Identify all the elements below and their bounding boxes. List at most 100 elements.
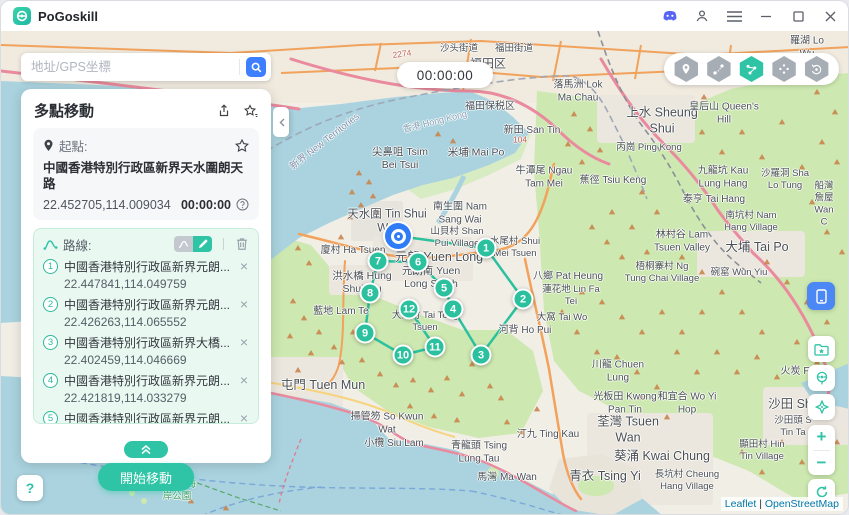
joystick-mode-icon xyxy=(771,56,797,82)
teleport-mode-button[interactable] xyxy=(672,55,700,83)
route-item-coords: 22.402459,114.046669 xyxy=(64,353,249,367)
search-bar xyxy=(21,53,271,81)
user-icon[interactable] xyxy=(694,8,710,24)
remove-waypoint-button[interactable]: × xyxy=(239,259,249,273)
start-move-button[interactable]: 開始移動 xyxy=(98,463,194,491)
route-waypoint-5[interactable]: 5 xyxy=(434,278,455,299)
discord-icon[interactable] xyxy=(662,8,678,24)
route-item: 3 中國香港特別行政區新界大橋... × 22.402459,114.046669 xyxy=(43,334,249,367)
jump-teleport-mode-button[interactable] xyxy=(803,55,831,83)
brand: PoGoskill xyxy=(13,7,98,25)
start-point-coords: 22.452705,114.009034 xyxy=(43,198,176,212)
minimize-button[interactable] xyxy=(758,8,774,24)
route-waypoint-6[interactable]: 6 xyxy=(408,252,429,273)
app-title: PoGoskill xyxy=(38,9,98,24)
route-waypoint-4[interactable]: 4 xyxy=(443,299,464,320)
pin-icon xyxy=(43,139,54,152)
search-input[interactable] xyxy=(31,60,233,74)
delete-route-icon[interactable] xyxy=(235,237,249,251)
zoom-out-button[interactable]: − xyxy=(808,451,835,476)
remove-waypoint-button[interactable]: × xyxy=(239,411,249,424)
start-point-timer: 00:00:00 xyxy=(181,198,231,212)
two-spot-route-mode-icon xyxy=(706,56,732,82)
attribution-separator: | xyxy=(756,498,765,510)
route-mode-toggle xyxy=(174,236,212,252)
mode-toolbar xyxy=(664,53,839,85)
map-attribution: Leaflet | OpenStreetMap xyxy=(721,497,843,511)
panel-collapse-button[interactable] xyxy=(273,107,289,137)
route-waypoint-8[interactable]: 8 xyxy=(360,283,381,304)
current-position-marker[interactable] xyxy=(385,223,411,249)
app-window: PoGoskill xyxy=(0,0,849,515)
titlebar: PoGoskill xyxy=(1,1,848,31)
route-item-coords: 22.426263,114.065552 xyxy=(64,315,249,329)
menu-icon[interactable] xyxy=(726,8,742,24)
route-list: 1中國香港特別行政區新界元朗...×22.447841,114.0497592中… xyxy=(43,258,249,424)
start-point-card: 起點: 中國香港特別行政區新界天水圍朗天路 22.452705,114.0090… xyxy=(33,128,259,220)
zoom-in-button[interactable]: + xyxy=(808,425,835,450)
edit-route-mode-button[interactable] xyxy=(193,236,212,252)
route-item: 1 中國香港特別行政區新界元朗... × 22.447841,114.049759 xyxy=(43,258,249,291)
panel-title: 多點移動 xyxy=(34,100,94,121)
route-waypoint-10[interactable]: 10 xyxy=(393,345,414,366)
route-item-number: 2 xyxy=(43,297,58,312)
route-item-address: 中國香港特別行政區新界元朗... xyxy=(64,410,233,424)
leaflet-link[interactable]: Leaflet xyxy=(725,498,757,510)
map[interactable]: 沙头街道福田街道福田区福田保税区羅湖 Lo Wu落馬洲 Lok Ma Chau新… xyxy=(1,31,848,514)
route-label: 路線: xyxy=(63,235,169,254)
route-waypoint-1[interactable]: 1 xyxy=(476,238,497,259)
two-spot-route-mode-button[interactable] xyxy=(705,55,733,83)
device-button[interactable] xyxy=(807,282,835,310)
route-item-number: 3 xyxy=(43,335,58,350)
route-item-coords: 22.421819,114.033279 xyxy=(64,391,249,405)
route-icon xyxy=(43,238,58,251)
start-point-address: 中國香港特別行政區新界天水圍朗天路 xyxy=(43,160,249,193)
favorite-icon[interactable] xyxy=(242,103,258,119)
list-collapse-button[interactable] xyxy=(124,441,168,458)
teleport-mode-icon xyxy=(673,56,699,82)
start-point-label: 起點: xyxy=(59,136,230,155)
route-item-address: 中國香港特別行政區新界大橋... xyxy=(64,334,233,351)
route-waypoint-11[interactable]: 11 xyxy=(425,337,446,358)
maximize-button[interactable] xyxy=(790,8,806,24)
osm-link[interactable]: OpenStreetMap xyxy=(765,498,839,510)
star-icon[interactable] xyxy=(235,139,249,152)
gps-pin-button[interactable] xyxy=(808,365,835,391)
route-waypoint-12[interactable]: 12 xyxy=(399,299,420,320)
route-item: 5中國香港特別行政區新界元朗...×22.431023,114.029503 xyxy=(43,410,249,424)
route-item-number: 5 xyxy=(43,411,58,424)
route-item: 4 中國香港特別行政區新界元朗... × 22.421819,114.033279 xyxy=(43,372,249,405)
divider xyxy=(223,238,224,250)
route-item: 2 中國香港特別行政區新界元朗... × 22.426263,114.065552 xyxy=(43,296,249,329)
session-timer: 00:00:00 xyxy=(397,62,493,88)
route-waypoint-3[interactable]: 3 xyxy=(471,345,492,366)
joystick-mode-button[interactable] xyxy=(770,55,798,83)
remove-waypoint-button[interactable]: × xyxy=(239,297,249,311)
route-item-address: 中國香港特別行政區新界元朗... xyxy=(64,258,233,275)
app-logo-icon xyxy=(13,7,31,25)
search-button[interactable] xyxy=(246,57,266,77)
locate-button[interactable] xyxy=(808,394,835,420)
zoom-controls: + − xyxy=(808,425,835,475)
route-waypoint-2[interactable]: 2 xyxy=(513,289,534,310)
multi-spot-panel: 多點移動 起點: 中國香港特別行政區新界天水圍朗天路 xyxy=(21,89,271,463)
route-item-coords: 22.447841,114.049759 xyxy=(64,277,249,291)
share-icon[interactable] xyxy=(216,103,232,119)
remove-waypoint-button[interactable]: × xyxy=(239,373,249,387)
route-item-address: 中國香港特別行政區新界元朗... xyxy=(64,372,233,389)
curve-route-mode-button[interactable] xyxy=(174,236,193,252)
divider xyxy=(239,59,240,75)
help-button[interactable]: ? xyxy=(17,475,43,501)
multi-spot-route-mode-button[interactable] xyxy=(737,55,765,83)
route-card: 路線: 1 中國香港特別行政區新界元朗... × 22.447841,114.0497… xyxy=(33,228,259,424)
route-item-number: 1 xyxy=(43,259,58,274)
close-button[interactable] xyxy=(822,8,838,24)
jump-teleport-mode-icon xyxy=(804,56,830,82)
route-item-address: 中國香港特別行政區新界元朗... xyxy=(64,296,233,313)
route-waypoint-7[interactable]: 7 xyxy=(368,251,389,272)
collection-button[interactable] xyxy=(808,336,835,362)
route-waypoint-9[interactable]: 9 xyxy=(355,323,376,344)
help-circle-icon[interactable] xyxy=(236,198,249,211)
route-item-number: 4 xyxy=(43,373,58,388)
remove-waypoint-button[interactable]: × xyxy=(239,335,249,349)
